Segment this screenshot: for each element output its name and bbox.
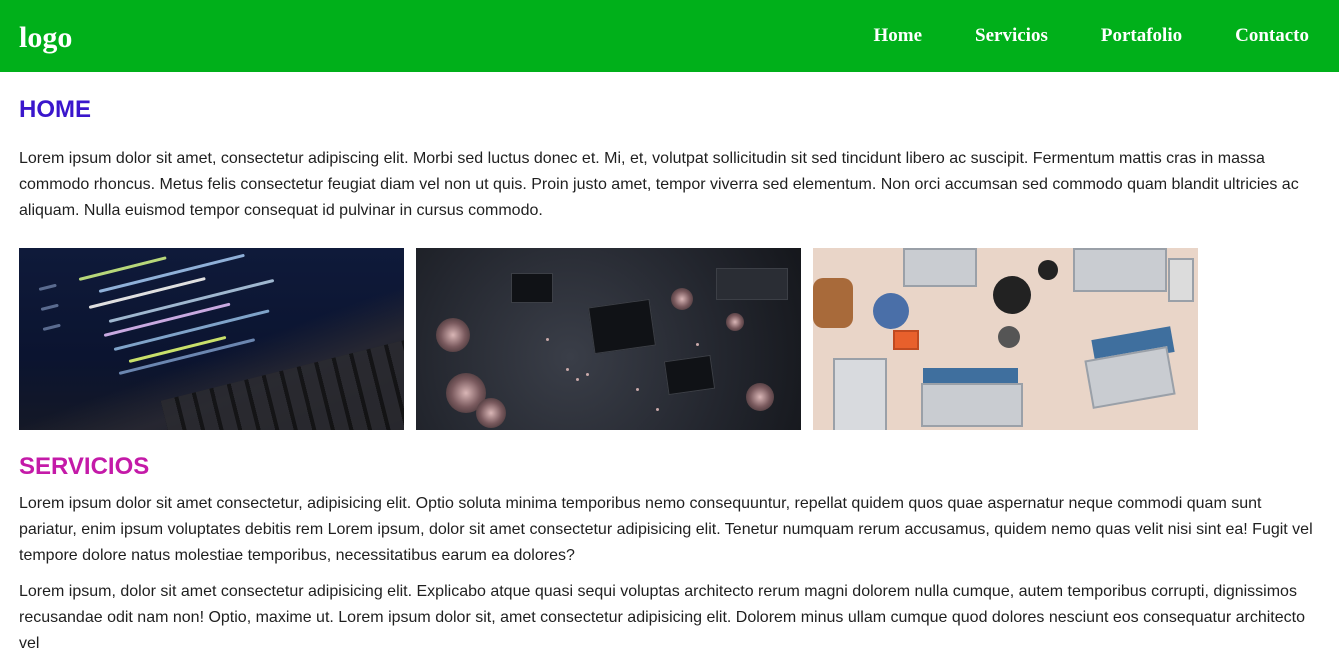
site-header: logo Home Servicios Portafolio Contacto [0, 0, 1339, 72]
home-title: HOME [19, 96, 91, 123]
nav-contacto-link[interactable]: Contacto [1235, 25, 1309, 47]
circuit-board-image [416, 248, 801, 430]
nav-servicios-link[interactable]: Servicios [975, 25, 1048, 47]
code-laptop-image [19, 248, 404, 430]
team-desk-image [813, 248, 1198, 430]
main-nav: Home Servicios Portafolio Contacto [873, 25, 1309, 47]
servicios-paragraph-2: Lorem ipsum, dolor sit amet consectetur … [19, 583, 1305, 652]
servicios-section: SERVICIOS Lorem ipsum dolor sit amet con… [19, 430, 1320, 657]
servicios-title: SERVICIOS [19, 453, 150, 480]
image-gallery [19, 248, 1320, 430]
main-content: HOME Lorem ipsum dolor sit amet, consect… [0, 72, 1339, 657]
servicios-paragraph-1: Lorem ipsum dolor sit amet consectetur, … [19, 495, 1313, 564]
nav-portafolio-link[interactable]: Portafolio [1101, 25, 1182, 47]
nav-home-link[interactable]: Home [873, 25, 922, 47]
logo-link[interactable]: logo [19, 21, 72, 55]
home-paragraph: Lorem ipsum dolor sit amet, consectetur … [19, 150, 1299, 219]
home-section: HOME Lorem ipsum dolor sit amet, consect… [19, 72, 1320, 430]
